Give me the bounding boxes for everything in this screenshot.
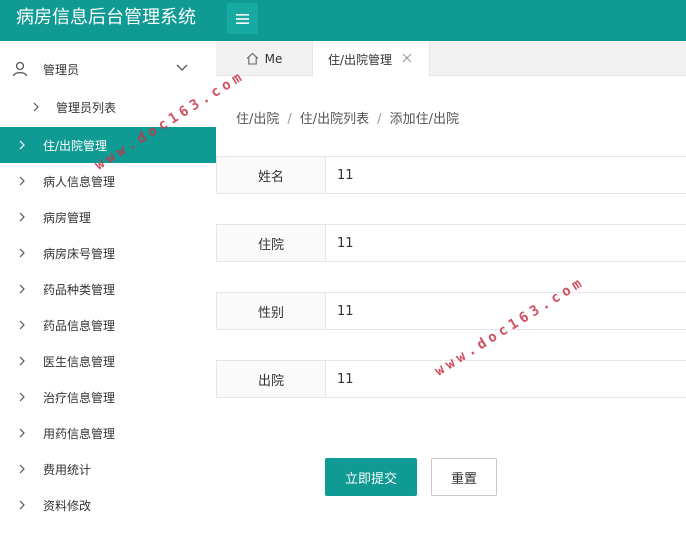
sidebar-item-label: 用药信息管理 bbox=[43, 426, 116, 441]
breadcrumb-item: 添加住/出院 bbox=[389, 112, 459, 127]
name-input[interactable] bbox=[327, 157, 686, 193]
chevron-right-icon bbox=[19, 356, 25, 366]
sidebar-item-drugs[interactable]: 药品信息管理 bbox=[0, 307, 216, 343]
sidebar-item-label: 资料修改 bbox=[43, 498, 92, 513]
sidebar-item-label: 病房床号管理 bbox=[43, 246, 116, 261]
form-row-name: 姓名 bbox=[216, 156, 686, 194]
tab-home-label: Me bbox=[264, 51, 283, 66]
chevron-right-icon bbox=[19, 248, 25, 258]
form-row-admitted: 住院 bbox=[216, 224, 686, 262]
chevron-right-icon bbox=[19, 284, 25, 294]
hamburger-icon bbox=[236, 13, 249, 24]
breadcrumb-item[interactable]: 住/出院列表 bbox=[300, 112, 369, 127]
top-header: 病房信息后台管理系统 bbox=[0, 0, 686, 41]
sidebar-item-label: 管理员列表 bbox=[56, 100, 117, 115]
sidebar-item-label: 住/出院管理 bbox=[43, 138, 108, 153]
breadcrumb: 住/出院 / 住/出院列表 / 添加住/出院 bbox=[236, 108, 459, 127]
chevron-down-icon bbox=[176, 64, 188, 71]
chevron-right-icon bbox=[19, 320, 25, 330]
field-label: 出院 bbox=[217, 361, 326, 397]
field-label: 姓名 bbox=[217, 157, 326, 193]
sidebar-item-profile[interactable]: 资料修改 bbox=[0, 487, 216, 523]
sidebar-group-label: 管理员 bbox=[43, 62, 80, 77]
sidebar-item-fees[interactable]: 费用统计 bbox=[0, 451, 216, 487]
sidebar-item-label: 药品信息管理 bbox=[43, 318, 116, 333]
sidebar-item-wards[interactable]: 病房管理 bbox=[0, 199, 216, 235]
home-icon bbox=[246, 52, 258, 65]
tab-bar: Me 住/出院管理 bbox=[216, 41, 686, 77]
form-row-gender: 性别 bbox=[216, 292, 686, 330]
sidebar-item-treatments[interactable]: 治疗信息管理 bbox=[0, 379, 216, 415]
reset-button[interactable]: 重置 bbox=[431, 458, 497, 496]
sidebar-item-drug-categories[interactable]: 药品种类管理 bbox=[0, 271, 216, 307]
chevron-right-icon bbox=[19, 140, 25, 150]
sidebar-group-admin[interactable]: 管理员 bbox=[0, 51, 216, 87]
user-icon bbox=[12, 61, 28, 77]
sidebar-item-label: 药品种类管理 bbox=[43, 282, 116, 297]
menu-toggle-button[interactable] bbox=[227, 3, 258, 34]
sidebar-item-label: 病人信息管理 bbox=[43, 174, 116, 189]
tab-active-label: 住/出院管理 bbox=[328, 52, 393, 67]
breadcrumb-item[interactable]: 住/出院 bbox=[236, 112, 279, 127]
sidebar-item-beds[interactable]: 病房床号管理 bbox=[0, 235, 216, 271]
field-label: 性别 bbox=[217, 293, 326, 329]
field-label: 住院 bbox=[217, 225, 326, 261]
chevron-right-icon bbox=[19, 500, 25, 510]
chevron-right-icon bbox=[33, 102, 39, 112]
tab-admission[interactable]: 住/出院管理 bbox=[312, 41, 430, 77]
chevron-right-icon bbox=[19, 212, 25, 222]
chevron-right-icon bbox=[19, 176, 25, 186]
admitted-input[interactable] bbox=[327, 225, 686, 261]
sidebar-item-doctors[interactable]: 医生信息管理 bbox=[0, 343, 216, 379]
submit-button[interactable]: 立即提交 bbox=[325, 458, 417, 496]
chevron-right-icon bbox=[19, 392, 25, 402]
app-title: 病房信息后台管理系统 bbox=[16, 7, 196, 28]
sidebar-item-label: 费用统计 bbox=[43, 462, 92, 477]
close-icon[interactable] bbox=[402, 53, 412, 63]
sidebar-item-medication[interactable]: 用药信息管理 bbox=[0, 415, 216, 451]
tab-home[interactable]: Me bbox=[216, 41, 312, 76]
sidebar-item-label: 医生信息管理 bbox=[43, 354, 116, 369]
chevron-right-icon bbox=[19, 464, 25, 474]
sidebar-item-label: 治疗信息管理 bbox=[43, 390, 116, 405]
breadcrumb-separator: / bbox=[377, 112, 382, 127]
chevron-right-icon bbox=[19, 428, 25, 438]
breadcrumb-separator: / bbox=[287, 112, 292, 127]
sidebar-item-label: 病房管理 bbox=[43, 210, 92, 225]
discharged-input[interactable] bbox=[327, 361, 686, 397]
